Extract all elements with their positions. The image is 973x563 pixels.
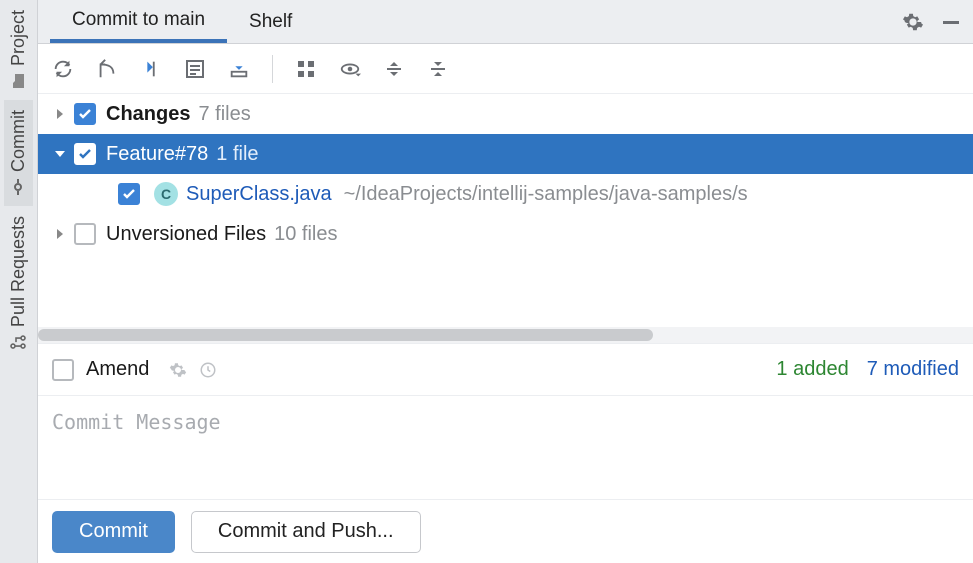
history-icon[interactable] bbox=[197, 359, 219, 381]
group-by-icon[interactable] bbox=[293, 56, 319, 82]
tree-node-unversioned[interactable]: Unversioned Files 10 files bbox=[38, 214, 973, 254]
toolbar-separator bbox=[272, 55, 273, 83]
chevron-right-icon[interactable] bbox=[46, 108, 74, 120]
added-count: 1 added bbox=[776, 358, 848, 381]
commit-button[interactable]: Commit bbox=[52, 511, 175, 553]
sidebar-label: Pull Requests bbox=[8, 216, 29, 327]
minimize-icon[interactable] bbox=[939, 10, 963, 34]
commit-message-input[interactable]: Commit Message bbox=[38, 395, 973, 499]
collapse-all-icon[interactable] bbox=[425, 56, 451, 82]
sidebar-item-project[interactable]: Project bbox=[4, 0, 33, 100]
sidebar-label: Commit bbox=[8, 110, 29, 172]
chevron-right-icon[interactable] bbox=[46, 228, 74, 240]
tree-node-changes[interactable]: Changes 7 files bbox=[38, 94, 973, 134]
refresh-icon[interactable] bbox=[50, 56, 76, 82]
rollback-icon[interactable] bbox=[94, 56, 120, 82]
checkbox-amend[interactable] bbox=[52, 359, 74, 381]
gear-icon[interactable] bbox=[167, 359, 189, 381]
node-label: Unversioned Files bbox=[106, 223, 266, 246]
class-icon: C bbox=[154, 182, 178, 206]
changes-tree: Changes 7 files Feature#78 1 file C Supe… bbox=[38, 94, 973, 327]
pull-request-icon bbox=[10, 333, 28, 351]
checkbox-unversioned[interactable] bbox=[74, 223, 96, 245]
sidebar-label: Project bbox=[8, 10, 29, 66]
changelist-icon[interactable] bbox=[182, 56, 208, 82]
file-name: SuperClass.java bbox=[186, 183, 332, 206]
file-path: ~/IdeaProjects/intellij-samples/java-sam… bbox=[344, 183, 748, 206]
sidebar-item-commit[interactable]: Commit bbox=[4, 100, 33, 206]
tree-node-feature[interactable]: Feature#78 1 file bbox=[38, 134, 973, 174]
amend-status-row: Amend 1 added 7 modified bbox=[38, 343, 973, 395]
node-count: 10 files bbox=[274, 223, 337, 246]
node-count: 7 files bbox=[198, 103, 250, 126]
sidebar-item-pull-requests[interactable]: Pull Requests bbox=[4, 206, 33, 361]
gear-icon[interactable] bbox=[901, 10, 925, 34]
folder-icon bbox=[10, 72, 28, 90]
tree-file-superclass[interactable]: C SuperClass.java ~/IdeaProjects/intelli… bbox=[38, 174, 973, 214]
view-options-icon[interactable] bbox=[337, 56, 363, 82]
checkbox-changes[interactable] bbox=[74, 103, 96, 125]
commit-button-bar: Commit Commit and Push... bbox=[38, 499, 973, 563]
checkbox-feature[interactable] bbox=[74, 143, 96, 165]
scrollbar-thumb[interactable] bbox=[38, 329, 653, 341]
modified-count: 7 modified bbox=[867, 358, 959, 381]
tab-shelf[interactable]: Shelf bbox=[227, 0, 314, 43]
commit-and-push-button[interactable]: Commit and Push... bbox=[191, 511, 421, 553]
checkbox-file[interactable] bbox=[118, 183, 140, 205]
left-tool-strip: Project Commit Pull Requests bbox=[0, 0, 38, 563]
node-count: 1 file bbox=[216, 143, 258, 166]
node-label: Changes bbox=[106, 103, 190, 126]
commit-message-placeholder: Commit Message bbox=[52, 410, 959, 434]
expand-all-icon[interactable] bbox=[381, 56, 407, 82]
node-label: Feature#78 bbox=[106, 143, 208, 166]
amend-label: Amend bbox=[86, 358, 149, 381]
diff-icon[interactable] bbox=[138, 56, 164, 82]
chevron-down-icon[interactable] bbox=[46, 148, 74, 160]
tab-bar: Commit to main Shelf bbox=[38, 0, 973, 44]
tab-commit[interactable]: Commit to main bbox=[50, 0, 227, 43]
commit-icon bbox=[10, 178, 28, 196]
commit-toolbar bbox=[38, 44, 973, 94]
horizontal-scrollbar[interactable] bbox=[38, 327, 973, 343]
shelve-icon[interactable] bbox=[226, 56, 252, 82]
